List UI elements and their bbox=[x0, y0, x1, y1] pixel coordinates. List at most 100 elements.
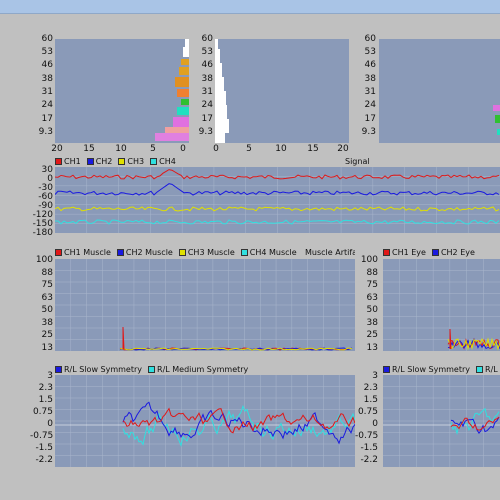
muscle-traces bbox=[55, 259, 355, 351]
y-tick: 88 bbox=[41, 268, 53, 278]
slow-symmetry-trace bbox=[122, 401, 355, 445]
y-tick: 38 bbox=[366, 318, 378, 328]
x-tick: 5 bbox=[246, 144, 252, 154]
y-tick: 17 bbox=[41, 114, 53, 124]
hist-bar bbox=[181, 59, 189, 65]
y-tick: -1.5 bbox=[35, 443, 53, 453]
legend-item-ch4: CH4 bbox=[150, 157, 176, 166]
muscle-y-axis: 100 88 75 63 50 38 25 13 bbox=[30, 255, 53, 355]
y-tick: -1.5 bbox=[360, 443, 378, 453]
y-tick: 24 bbox=[201, 100, 213, 110]
y-tick: 9.3 bbox=[361, 127, 376, 137]
y-tick: 100 bbox=[360, 255, 378, 265]
symmetry-y-axis: 3 2.3 1.5 0.75 0 -0.75 -1.5 -2.2 bbox=[30, 371, 53, 471]
symmetry-traces bbox=[55, 375, 355, 467]
ch2-trace bbox=[55, 183, 500, 196]
y-tick: 46 bbox=[41, 60, 53, 70]
y-tick: 17 bbox=[201, 114, 213, 124]
y-tick: 13 bbox=[366, 343, 378, 353]
y-tick: 3 bbox=[372, 371, 378, 381]
y-tick: 24 bbox=[41, 100, 53, 110]
hist-bar bbox=[177, 107, 189, 115]
y-tick: -0.75 bbox=[355, 431, 379, 441]
histogram-3-bars bbox=[493, 105, 500, 135]
legend-item-slow-symmetry: R/L Slow Symmetry bbox=[55, 365, 142, 374]
eye-y-axis: 100 88 75 63 50 38 25 13 bbox=[355, 255, 378, 355]
x-tick: 10 bbox=[115, 144, 127, 154]
muscle-artifact-panel: CH1 Muscle CH2 Muscle CH3 Muscle CH4 Mus… bbox=[30, 245, 360, 355]
y-tick: 53 bbox=[364, 47, 376, 57]
legend-item-slow-symmetry: R/L Slow Symmetry bbox=[383, 365, 470, 374]
y-tick: 3 bbox=[47, 371, 53, 381]
y-tick: 46 bbox=[201, 60, 213, 70]
y-tick: 88 bbox=[366, 268, 378, 278]
y-tick: 31 bbox=[364, 87, 376, 97]
x-tick: 15 bbox=[83, 144, 95, 154]
hist-bar bbox=[215, 119, 229, 133]
y-tick: 50 bbox=[41, 305, 53, 315]
hist-bar bbox=[183, 47, 189, 57]
y-tick: -0.75 bbox=[30, 431, 54, 441]
y-tick: 46 bbox=[364, 60, 376, 70]
legend-item-ch1-muscle: CH1 Muscle bbox=[55, 248, 111, 257]
eye-spike bbox=[449, 328, 452, 350]
y-tick: 60 bbox=[201, 34, 213, 44]
y-tick: 31 bbox=[41, 87, 53, 97]
eye-legend: CH1 Eye CH2 Eye bbox=[383, 248, 475, 257]
y-tick: -2.2 bbox=[35, 455, 53, 465]
y-tick: 0.75 bbox=[32, 407, 53, 417]
x-tick: 15 bbox=[307, 144, 319, 154]
histogram-1-y-axis: 60 53 46 38 31 24 17 9.3 bbox=[30, 34, 53, 144]
y-tick: -180 bbox=[32, 228, 53, 237]
histogram-panel-3: 60 53 46 38 31 24 17 9.3 bbox=[355, 34, 500, 156]
y-tick: 38 bbox=[364, 74, 376, 84]
legend-item-ch1: CH1 bbox=[55, 157, 81, 166]
hist-bar bbox=[215, 105, 227, 119]
y-tick: 100 bbox=[35, 255, 53, 265]
y-tick: 60 bbox=[364, 34, 376, 44]
histogram-panel-2: 60 53 46 38 31 24 17 9.3 0 5 10 15 20 bbox=[190, 34, 350, 156]
x-tick: 20 bbox=[51, 144, 63, 154]
hist-bar bbox=[165, 127, 189, 133]
y-tick: 1.5 bbox=[38, 395, 53, 405]
y-tick: 2.3 bbox=[38, 383, 53, 393]
eye-traces bbox=[383, 259, 500, 351]
y-tick: 50 bbox=[366, 305, 378, 315]
hist-bar bbox=[177, 89, 189, 97]
symmetry-legend: R/L Slow Symmetry R/L Medium Symmetry bbox=[55, 365, 248, 374]
y-tick: 63 bbox=[366, 293, 378, 303]
y-tick: 63 bbox=[41, 293, 53, 303]
hist-bar bbox=[181, 99, 189, 105]
symmetry-2-legend: R/L Slow Symmetry R/L Medium bbox=[383, 365, 500, 374]
y-tick: 60 bbox=[41, 34, 53, 44]
muscle-spike bbox=[122, 326, 125, 350]
symmetry-2-traces bbox=[383, 375, 500, 467]
y-tick: 53 bbox=[201, 47, 213, 57]
legend-item-ch4-muscle: CH4 Muscle bbox=[240, 248, 297, 257]
x-tick: 0 bbox=[213, 144, 219, 154]
y-tick: 75 bbox=[366, 280, 378, 290]
histogram-3-y-axis: 60 53 46 38 31 24 17 9.3 bbox=[355, 34, 376, 144]
muscle-legend: CH1 Muscle CH2 Muscle CH3 Muscle CH4 Mus… bbox=[55, 248, 297, 257]
y-tick: 25 bbox=[366, 330, 378, 340]
y-tick: 38 bbox=[201, 74, 213, 84]
hist-bar bbox=[215, 133, 225, 143]
muscle-title: Muscle Artifact bbox=[305, 248, 360, 257]
histogram-1-bars bbox=[155, 39, 189, 141]
legend-item-ch2: CH2 bbox=[86, 157, 112, 166]
y-tick: 1.5 bbox=[363, 395, 378, 405]
hist-bar bbox=[215, 39, 218, 49]
hist-bar bbox=[179, 67, 189, 75]
legend-item-ch2-eye: CH2 Eye bbox=[431, 248, 475, 257]
ch3-trace bbox=[55, 206, 500, 212]
eye-artifact-panel: CH1 Eye CH2 Eye 100 88 75 63 50 38 25 13 bbox=[355, 245, 500, 355]
y-tick: 0 bbox=[47, 419, 53, 429]
histogram-2-bars bbox=[215, 39, 229, 143]
signal-traces bbox=[55, 167, 500, 233]
x-tick: 10 bbox=[275, 144, 287, 154]
symmetry-2-y-axis: 3 2.3 1.5 0.75 0 -0.75 -1.5 -2.2 bbox=[355, 371, 378, 471]
symmetry-panel: R/L Slow Symmetry R/L Medium Symmetry 3 … bbox=[30, 362, 360, 472]
y-tick: 0 bbox=[372, 419, 378, 429]
hist-bar bbox=[215, 49, 220, 63]
y-tick: 53 bbox=[41, 47, 53, 57]
